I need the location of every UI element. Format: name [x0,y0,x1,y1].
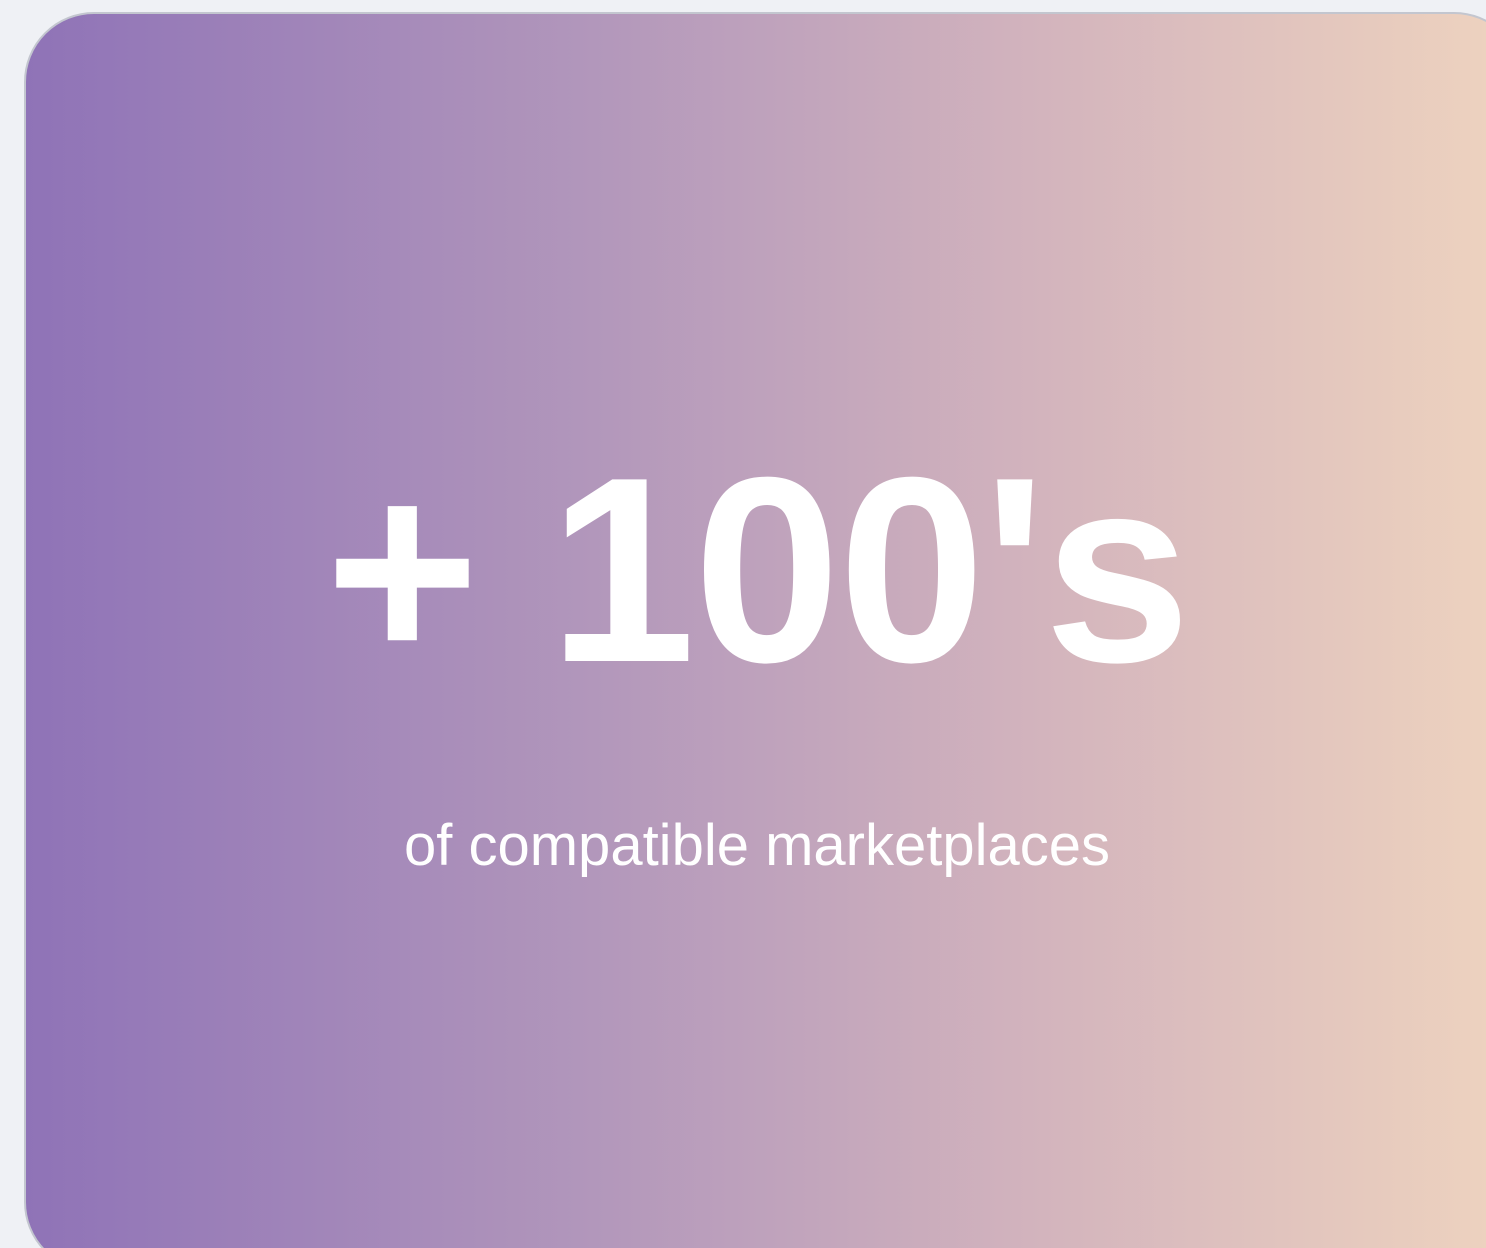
stat-value: + 100's [325,422,1191,717]
stat-caption: of compatible marketplaces [404,813,1110,878]
marketplaces-stat-card: + 100's of compatible marketplaces [24,12,1486,1248]
